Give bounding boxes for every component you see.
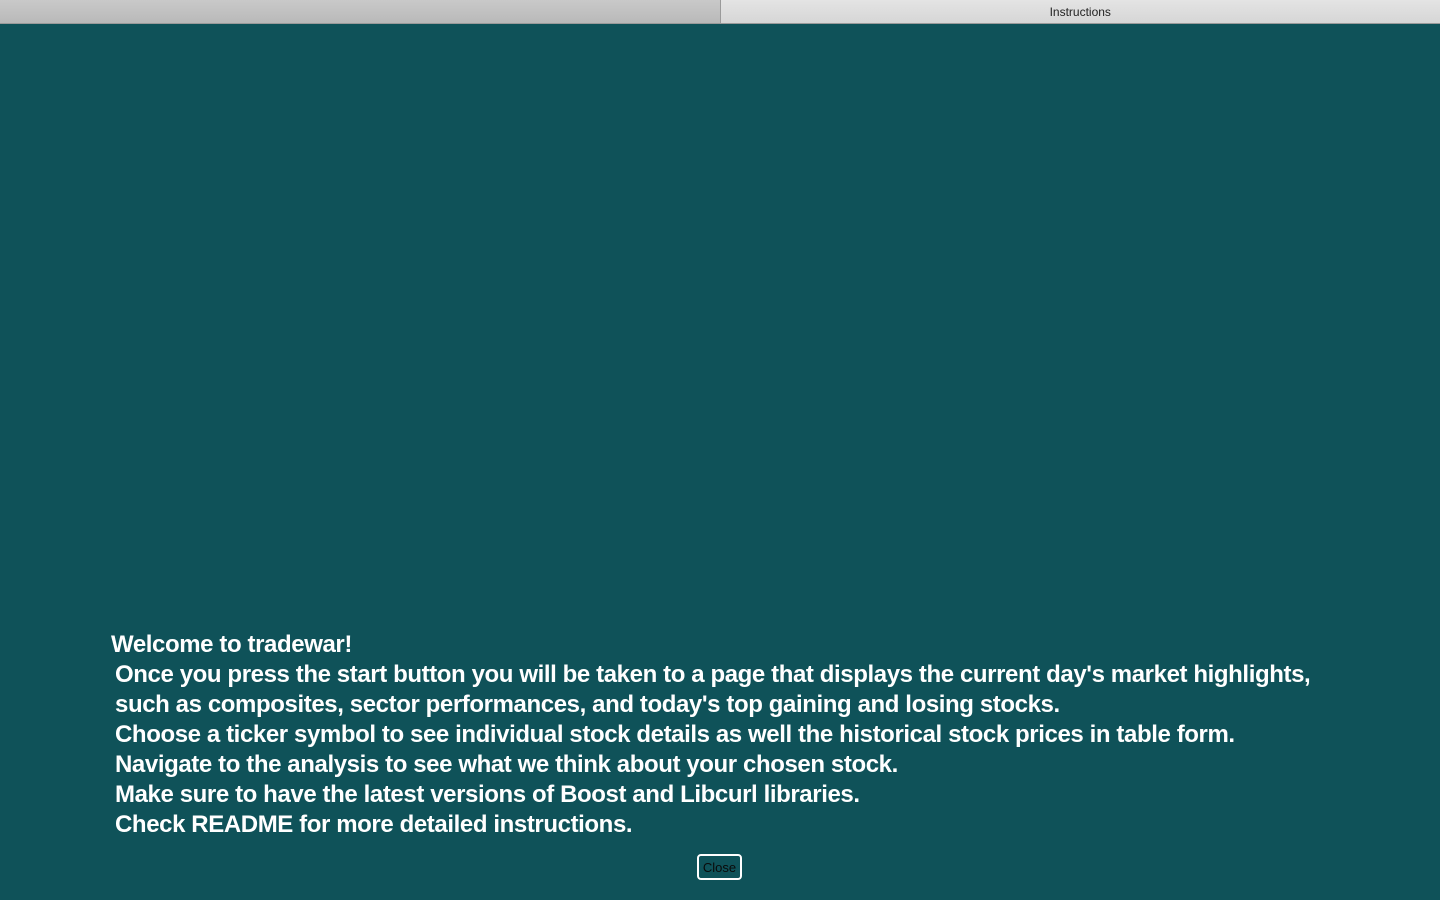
instruction-line: Navigate to the analysis to see what we … bbox=[115, 751, 898, 778]
instructions-panel: Welcome to tradewar! Once you press the … bbox=[0, 24, 1440, 900]
close-button[interactable]: Close bbox=[697, 854, 742, 880]
tab-main[interactable] bbox=[0, 0, 721, 23]
tab-bar: Instructions bbox=[0, 0, 1440, 24]
instructions-text: Welcome to tradewar! Once you press the … bbox=[111, 630, 1391, 840]
instruction-line: Make sure to have the latest versions of… bbox=[115, 781, 860, 808]
instruction-line: Once you press the start button you will… bbox=[115, 661, 1311, 688]
instruction-line: Check README for more detailed instructi… bbox=[115, 811, 633, 838]
instruction-line: Choose a ticker symbol to see individual… bbox=[115, 721, 1235, 748]
instruction-line: such as composites, sector performances,… bbox=[115, 691, 1060, 718]
welcome-heading: Welcome to tradewar! bbox=[111, 631, 352, 658]
tab-instructions[interactable]: Instructions bbox=[720, 0, 1440, 23]
